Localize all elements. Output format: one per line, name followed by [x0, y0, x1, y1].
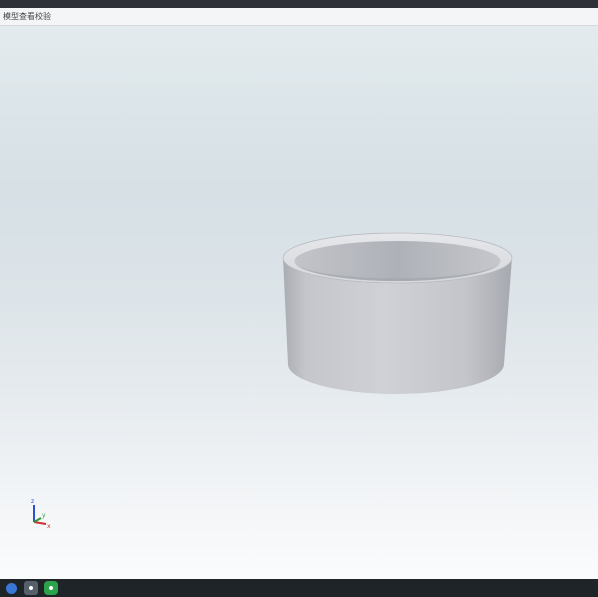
cylinder-model[interactable] [282, 232, 513, 394]
top-system-bar [0, 0, 598, 8]
file-explorer-button[interactable] [24, 581, 38, 595]
wechat-icon [49, 586, 53, 590]
taskbar [0, 579, 598, 597]
3d-viewport[interactable]: z x y [0, 26, 598, 579]
x-axis-label: x [47, 523, 51, 530]
wechat-button[interactable] [44, 581, 58, 595]
window-title: 模型查看校验 [3, 12, 51, 21]
y-axis-line [33, 517, 42, 523]
start-button[interactable] [4, 581, 18, 595]
window-title-bar: 模型查看校验 [0, 8, 598, 26]
x-axis-line [33, 521, 47, 525]
file-explorer-icon [29, 586, 33, 590]
scene-canvas[interactable]: z x y [0, 26, 598, 579]
z-axis-label: z [31, 498, 34, 505]
y-axis-label: y [42, 512, 46, 519]
app-screen: 模型查看校验 z x y [0, 0, 598, 597]
start-icon [5, 582, 17, 594]
axis-triad: z x y [31, 498, 51, 530]
